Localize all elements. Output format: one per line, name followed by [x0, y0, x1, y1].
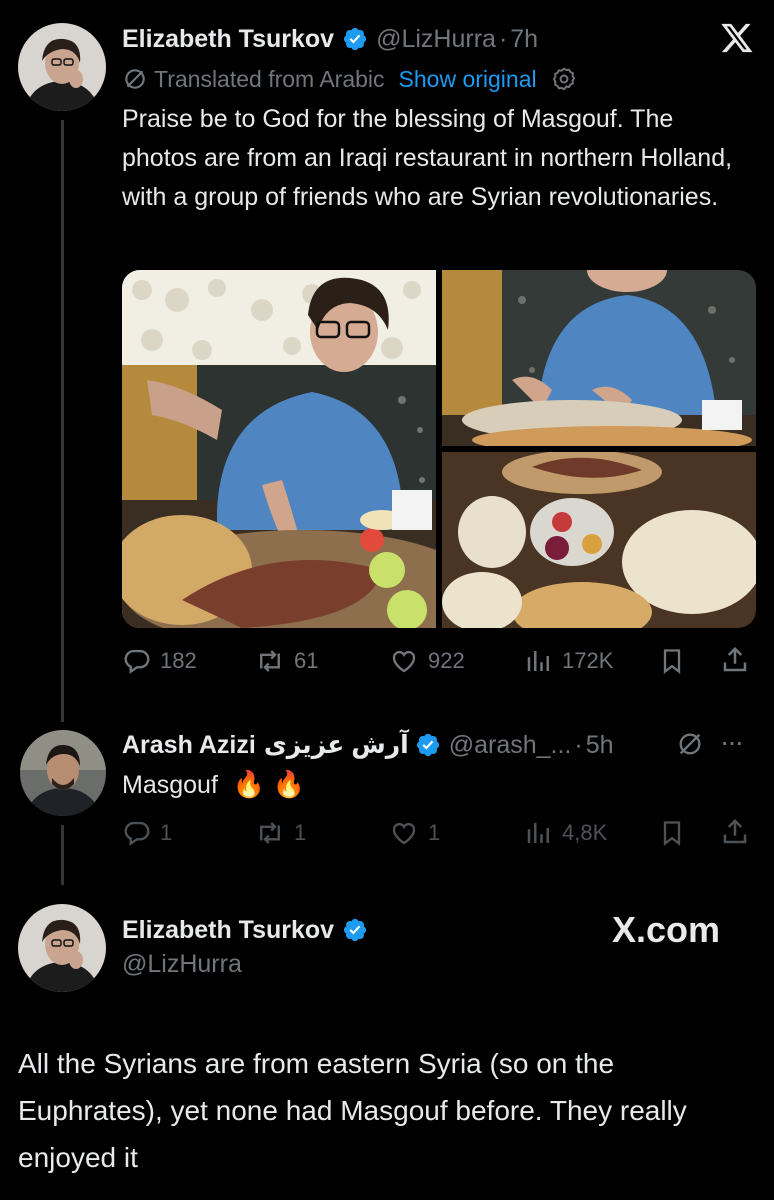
handle[interactable]: @LizHurra: [376, 25, 496, 54]
reply-button[interactable]: 182: [122, 646, 197, 676]
avatar[interactable]: [18, 904, 106, 992]
show-original-link[interactable]: Show original: [399, 66, 537, 93]
display-name[interactable]: Elizabeth Tsurkov: [122, 916, 334, 945]
avatar-image: [18, 23, 106, 111]
display-name-arabic[interactable]: آرش عزیزی: [264, 730, 409, 760]
like-button[interactable]: 922: [388, 646, 465, 676]
bookmark-button[interactable]: [658, 818, 686, 848]
repost-count: 61: [294, 648, 319, 673]
actions-bar: 182 61 922 172K: [122, 644, 762, 680]
repost-button[interactable]: 61: [254, 646, 318, 676]
like-icon: [392, 650, 416, 673]
avatar[interactable]: [18, 23, 106, 111]
views-icon: [527, 823, 549, 843]
views-count: 4,8K: [562, 820, 608, 845]
repost-icon: [260, 822, 280, 844]
share-icon: [723, 646, 747, 672]
share-button[interactable]: [720, 816, 750, 848]
settings-icon[interactable]: [551, 66, 577, 92]
verified-icon: [342, 26, 368, 52]
fire-emoji: 🔥 🔥: [232, 769, 305, 799]
more-icon[interactable]: ···: [720, 726, 744, 758]
views-button[interactable]: 172K: [524, 646, 613, 676]
repost-icon: [260, 650, 280, 672]
like-count: 1: [428, 820, 441, 845]
reply-icon: [124, 821, 150, 846]
photo-woman-seated[interactable]: [442, 270, 756, 446]
tweet-text: Praise be to God for the blessing of Mas…: [122, 105, 733, 211]
bookmark-icon: [663, 649, 681, 674]
tweet-header: Elizabeth Tsurkov: [122, 913, 368, 947]
translated-label: Translated from Arabic: [154, 65, 385, 92]
share-icon: [723, 818, 747, 844]
like-icon: [392, 822, 416, 845]
x-logo-icon[interactable]: [720, 22, 754, 59]
timestamp[interactable]: 7h: [510, 25, 538, 54]
brand-label: X.com: [612, 909, 721, 950]
like-button[interactable]: 1: [388, 818, 440, 848]
verified-icon: [415, 732, 441, 758]
bookmark-icon: [663, 821, 681, 846]
reply-count: 182: [160, 648, 197, 673]
photo-table-spread[interactable]: [442, 452, 756, 628]
views-icon: [527, 651, 549, 671]
photo-woman-eating[interactable]: [122, 270, 436, 628]
views-count: 172K: [562, 648, 614, 673]
views-button[interactable]: 4,8K: [524, 818, 607, 848]
separator: ·: [498, 24, 508, 53]
translate-icon: [122, 66, 148, 92]
translation-row: Translated from Arabic Show original: [122, 62, 577, 96]
tweet-text: All the Syrians are from eastern Syria (…: [18, 1048, 687, 1173]
verified-icon: [342, 917, 368, 943]
avatar[interactable]: [20, 730, 106, 816]
share-button[interactable]: [720, 644, 750, 676]
like-count: 922: [428, 648, 465, 673]
tweet-text: Masgouf 🔥 🔥: [122, 766, 305, 803]
display-name[interactable]: Elizabeth Tsurkov: [122, 25, 334, 54]
actions-bar: 1 1 1 4,8K: [122, 816, 762, 852]
display-name[interactable]: Arash Azizi: [122, 731, 256, 760]
grok-icon[interactable]: [676, 730, 704, 763]
reply-button[interactable]: 1: [122, 818, 172, 848]
avatar-image: [18, 904, 106, 992]
brand-xcom: X.com: [612, 908, 720, 952]
tweet-header: Elizabeth Tsurkov @LizHurra · 7h: [122, 22, 538, 56]
media-grid[interactable]: [122, 270, 756, 628]
tweet-header: Arash Azizi آرش عزیزی @arash_... · 5h: [122, 728, 614, 762]
timestamp[interactable]: 5h: [586, 731, 614, 760]
reply-text: Masgouf: [122, 771, 218, 799]
bookmark-button[interactable]: [658, 646, 686, 676]
repost-count: 1: [294, 820, 307, 845]
repost-button[interactable]: 1: [254, 818, 306, 848]
separator: ·: [574, 730, 583, 759]
reply-icon: [124, 649, 150, 674]
reply-count: 1: [160, 820, 173, 845]
handle[interactable]: @arash_...: [449, 731, 572, 760]
avatar-image: [20, 730, 106, 816]
thread-line: [61, 825, 64, 885]
handle[interactable]: @LizHurra: [122, 950, 242, 979]
thread-line: [61, 120, 64, 722]
